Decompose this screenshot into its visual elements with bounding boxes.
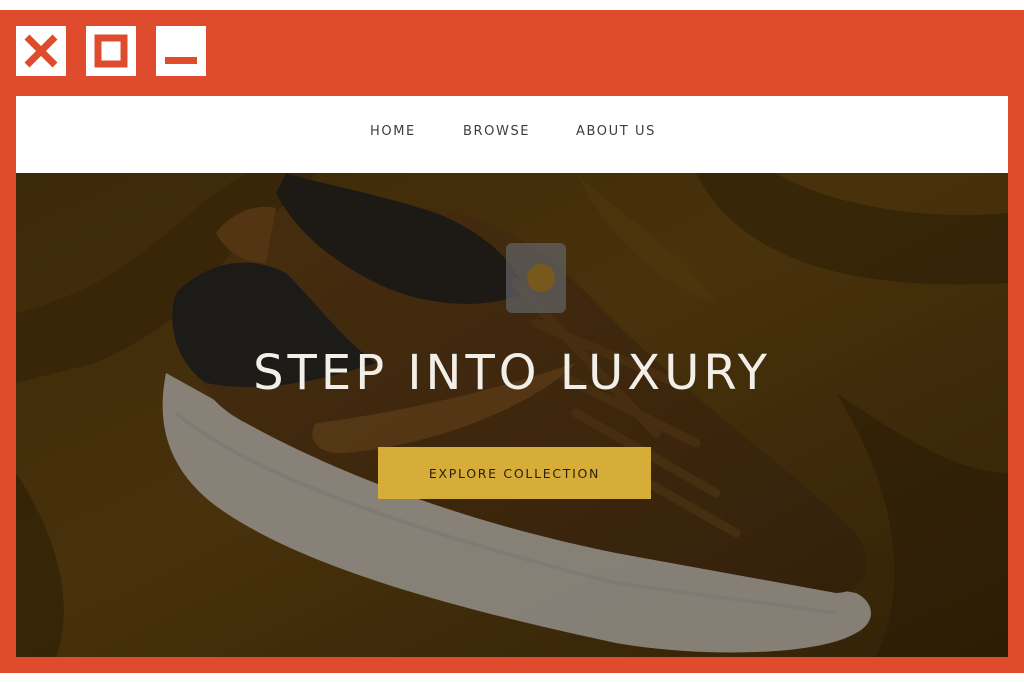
- browser-window: HOME BROWSE ABOUT US STEP INTO LUXURY EX…: [0, 10, 1024, 673]
- nav-about-link[interactable]: ABOUT US: [576, 124, 656, 139]
- nav-browse-link[interactable]: BROWSE: [463, 124, 530, 139]
- close-button[interactable]: [16, 26, 66, 76]
- maximize-icon: [94, 34, 128, 68]
- nav-home-link[interactable]: HOME: [370, 124, 416, 139]
- hero-title: STEP INTO LUXURY: [253, 345, 771, 401]
- minimize-icon: [165, 57, 197, 64]
- minimize-button[interactable]: [156, 26, 206, 76]
- hero-dark-overlay: [16, 173, 1008, 657]
- title-bar: [0, 10, 1024, 96]
- hero-banner: STEP INTO LUXURY EXPLORE COLLECTION: [16, 173, 1008, 657]
- explore-collection-button[interactable]: EXPLORE COLLECTION: [378, 447, 651, 499]
- page-viewport: HOME BROWSE ABOUT US STEP INTO LUXURY EX…: [16, 96, 1008, 657]
- maximize-button[interactable]: [86, 26, 136, 76]
- close-icon: [24, 34, 58, 68]
- top-navigation: HOME BROWSE ABOUT US: [16, 96, 1008, 173]
